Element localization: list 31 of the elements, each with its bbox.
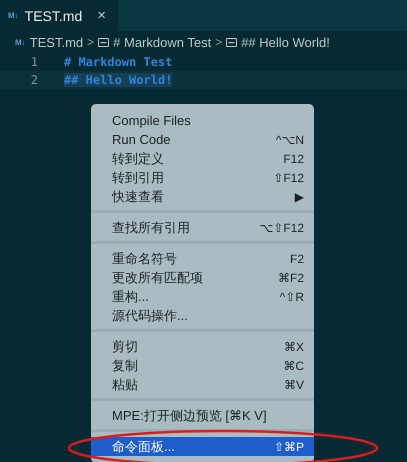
- breadcrumb-separator: >: [215, 35, 222, 49]
- menu-item[interactable]: 更改所有匹配项 ⌘F2: [91, 268, 314, 287]
- markdown-label: M↓: [15, 38, 26, 46]
- code-text: ## Hello World!: [64, 73, 172, 87]
- breadcrumb-item[interactable]: # Markdown Test: [113, 34, 212, 50]
- menu-item[interactable]: 重构... ^⇧R: [91, 287, 314, 306]
- close-icon[interactable]: ×: [97, 7, 106, 24]
- menu-item[interactable]: Run Code ^⌥N: [91, 130, 314, 149]
- breadcrumb-separator: >: [87, 35, 94, 49]
- menu-item[interactable]: Compile Files: [91, 111, 314, 130]
- markdown-label: M↓: [8, 11, 19, 20]
- menu-item[interactable]: 剪切 ⌘X: [91, 337, 314, 356]
- menu-item[interactable]: 转到引用 ⇧F12: [91, 168, 314, 187]
- menu-item[interactable]: 源代码操作...: [91, 306, 314, 325]
- menu-item[interactable]: 命令面板... ⇧⌘P: [91, 437, 314, 456]
- menu-item[interactable]: 查找所有引用 ⌥⇧F12: [91, 218, 314, 237]
- breadcrumb-item[interactable]: TEST.md: [30, 34, 84, 50]
- menu-item[interactable]: 复制 ⌘C: [91, 356, 314, 375]
- tab-title: TEST.md: [24, 8, 82, 24]
- menu-item[interactable]: 粘贴 ⌘V: [91, 375, 314, 394]
- menu-item[interactable]: MPE:打开侧边预览 [⌘K V]: [91, 406, 314, 425]
- menu-item[interactable]: 快速查看 ▶: [91, 187, 314, 206]
- heading-symbol-icon: [98, 38, 110, 46]
- code-text: # Markdown Test: [64, 55, 172, 69]
- heading-symbol-icon: [226, 38, 238, 46]
- breadcrumb-item[interactable]: ## Hello World!: [241, 34, 330, 50]
- line-number: 1: [30, 55, 39, 69]
- menu-item[interactable]: 转到定义 F12: [91, 149, 314, 168]
- line-number: 2: [30, 73, 39, 87]
- menu-item[interactable]: 重命名符号 F2: [91, 249, 314, 268]
- editor-tab[interactable]: M↓ TEST.md ×: [0, 0, 118, 31]
